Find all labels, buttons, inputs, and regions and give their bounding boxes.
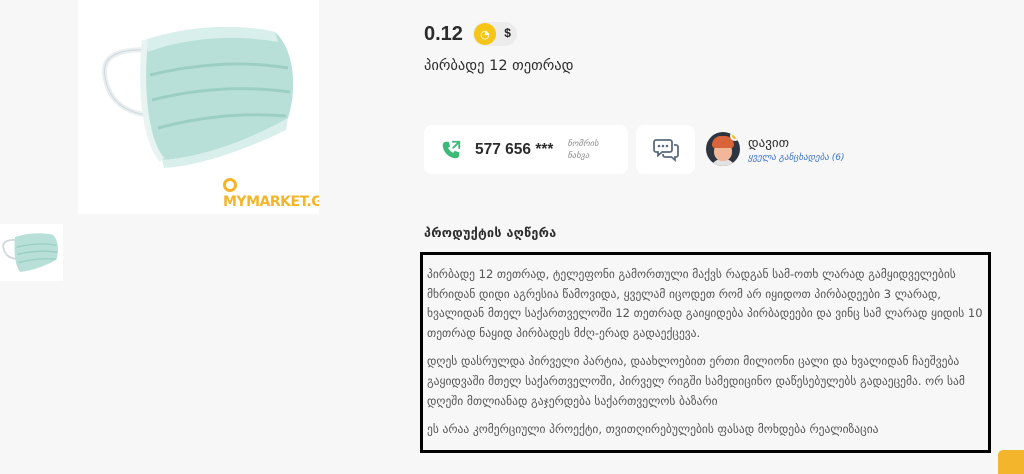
price: 0.12 [424,22,463,45]
phone-icon [442,140,461,158]
coin-icon [223,178,237,192]
product-thumbnail[interactable] [0,224,63,281]
chat-button[interactable] [636,125,695,174]
face-mask-illustration [102,26,294,168]
online-status-dot [730,132,740,141]
seller-block[interactable]: დავით ყველა განცხადება (6) [706,132,845,166]
currency-toggle[interactable]: ◔ $ [472,22,517,46]
phone-card[interactable]: 577 656 *** ნომრის ნახვა [424,125,628,174]
watermark-logo: MYMARKET.GE [223,178,319,210]
watermark-text: MYMARKET.GE [223,194,319,210]
description-paragraph: დღეს დასრულდა პირველი პარტია, დაახლოებით… [427,354,965,408]
face-mask-thumb [2,233,59,272]
description-box: პირბადე 12 თეთრად, ტელეფონი გამორთული მა… [420,252,991,453]
description-paragraph: პირბადე 12 თეთრად, ტელეფონი გამორთული მა… [427,267,983,340]
seller-listings-link[interactable]: ყველა განცხადება (6) [748,153,845,163]
seller-name[interactable]: დავით [748,136,845,151]
product-title: პირბადე 12 თეთრად [424,58,574,74]
chat-icon [652,138,679,162]
product-main-image[interactable]: MYMARKET.GE [78,0,319,214]
description-heading: პროდუქტის აღწერა [424,225,557,240]
currency-dollar: $ [504,26,511,40]
phone-number: 577 656 *** [475,140,554,158]
chat-widget-button[interactable] [998,450,1024,474]
description-paragraph: ეს არაა კომერციული პროექტი, თვითღირებულე… [427,422,879,437]
coin-icon: ◔ [473,23,496,45]
avatar[interactable] [706,132,740,166]
price-row: 0.12 ◔ $ [424,22,517,46]
show-number-link[interactable]: ნომრის ნახვა [567,138,611,162]
seller-info: დავით ყველა განცხადება (6) [748,136,845,163]
